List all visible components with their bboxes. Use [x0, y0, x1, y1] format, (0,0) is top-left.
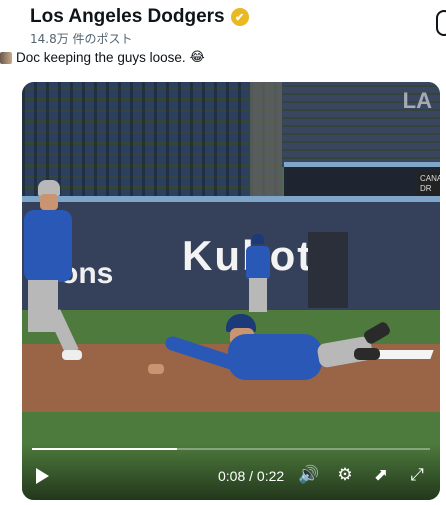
popout-icon[interactable]: ⬈: [370, 464, 392, 486]
canada-sign: CANA DR: [418, 172, 440, 196]
wall-rail: [22, 196, 440, 202]
tweet-text-row: Doc keeping the guys loose. 😂: [0, 50, 205, 65]
settings-icon[interactable]: ⚙: [334, 464, 356, 486]
progress-fill: [32, 448, 177, 450]
stadium-stairs: [250, 82, 282, 200]
time-display: 0:08 / 0:22: [218, 468, 285, 484]
dodgers-logo-watermark: LA: [402, 88, 432, 113]
laughing-emoji-icon: 😂: [189, 50, 205, 65]
profile-header: Los Angeles Dodgers ✔ 14.8万 件のポスト: [30, 6, 249, 47]
progress-bar[interactable]: [32, 448, 430, 450]
post-count: 14.8万 件のポスト: [30, 32, 133, 46]
name-row: Los Angeles Dodgers ✔: [30, 6, 249, 28]
volume-icon[interactable]: 🔊: [298, 464, 320, 486]
player-diving: [142, 310, 392, 390]
fullscreen-icon[interactable]: ⤢: [406, 464, 428, 486]
video-player[interactable]: CANA DR ons Kubota LA 0:08: [22, 82, 440, 500]
tweet-text: Doc keeping the guys loose.: [16, 50, 186, 65]
video-controls: 0:08 / 0:22 🔊 ⚙ ⬈ ⤢: [22, 444, 440, 500]
account-name[interactable]: Los Angeles Dodgers: [30, 6, 225, 28]
play-icon[interactable]: [36, 468, 49, 484]
upper-rail: [284, 162, 440, 167]
verified-badge-icon[interactable]: ✔: [230, 8, 249, 26]
wall-door: [308, 232, 348, 308]
avatar[interactable]: [0, 51, 12, 64]
player-distant: [244, 234, 270, 316]
more-button-icon[interactable]: [436, 10, 446, 36]
player-running: [22, 180, 82, 370]
